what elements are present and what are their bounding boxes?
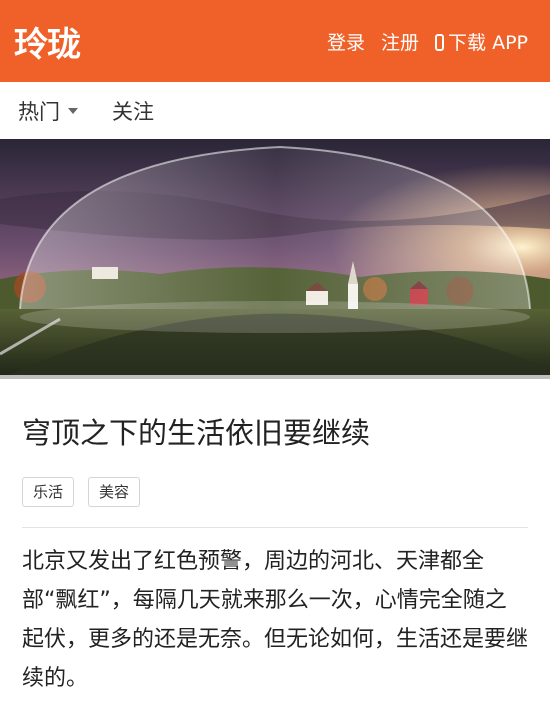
register-link[interactable]: 注册 bbox=[381, 28, 419, 55]
tab-follow-label: 关注 bbox=[112, 99, 154, 124]
top-actions: 登录 注册 下载 APP bbox=[327, 28, 528, 55]
tag-lehuo[interactable]: 乐活 bbox=[22, 476, 75, 507]
divider bbox=[22, 526, 528, 528]
login-link[interactable]: 登录 bbox=[327, 28, 365, 55]
tab-hot[interactable]: 热门 bbox=[18, 96, 78, 126]
tab-hot-label: 热门 bbox=[18, 99, 60, 124]
article-body: 北京又发出了红色预警，周边的河北、天津都全部“飘红”，每隔几天就来那么一次，心情… bbox=[22, 548, 529, 691]
download-app-label: 下载 APP bbox=[448, 31, 528, 54]
phone-icon bbox=[435, 33, 445, 51]
chevron-down-icon bbox=[68, 107, 78, 114]
sub-nav: 热门 关注 bbox=[0, 82, 550, 139]
download-app-link[interactable]: 下载 APP bbox=[435, 28, 528, 55]
app-logo[interactable]: 玲珑 bbox=[14, 17, 81, 66]
tab-follow[interactable]: 关注 bbox=[112, 96, 154, 126]
article-title: 穹顶之下的生活依旧要继续 bbox=[22, 416, 371, 450]
hero-image bbox=[0, 139, 550, 379]
tag-meirong[interactable]: 美容 bbox=[88, 476, 141, 507]
tag-list: 乐活 美容 bbox=[22, 476, 528, 507]
top-bar: 玲珑 登录 注册 下载 APP bbox=[0, 0, 550, 82]
article: 穹顶之下的生活依旧要继续 乐活 美容 北京又发出了红色预警，周边的河北、天津都全… bbox=[0, 379, 550, 698]
